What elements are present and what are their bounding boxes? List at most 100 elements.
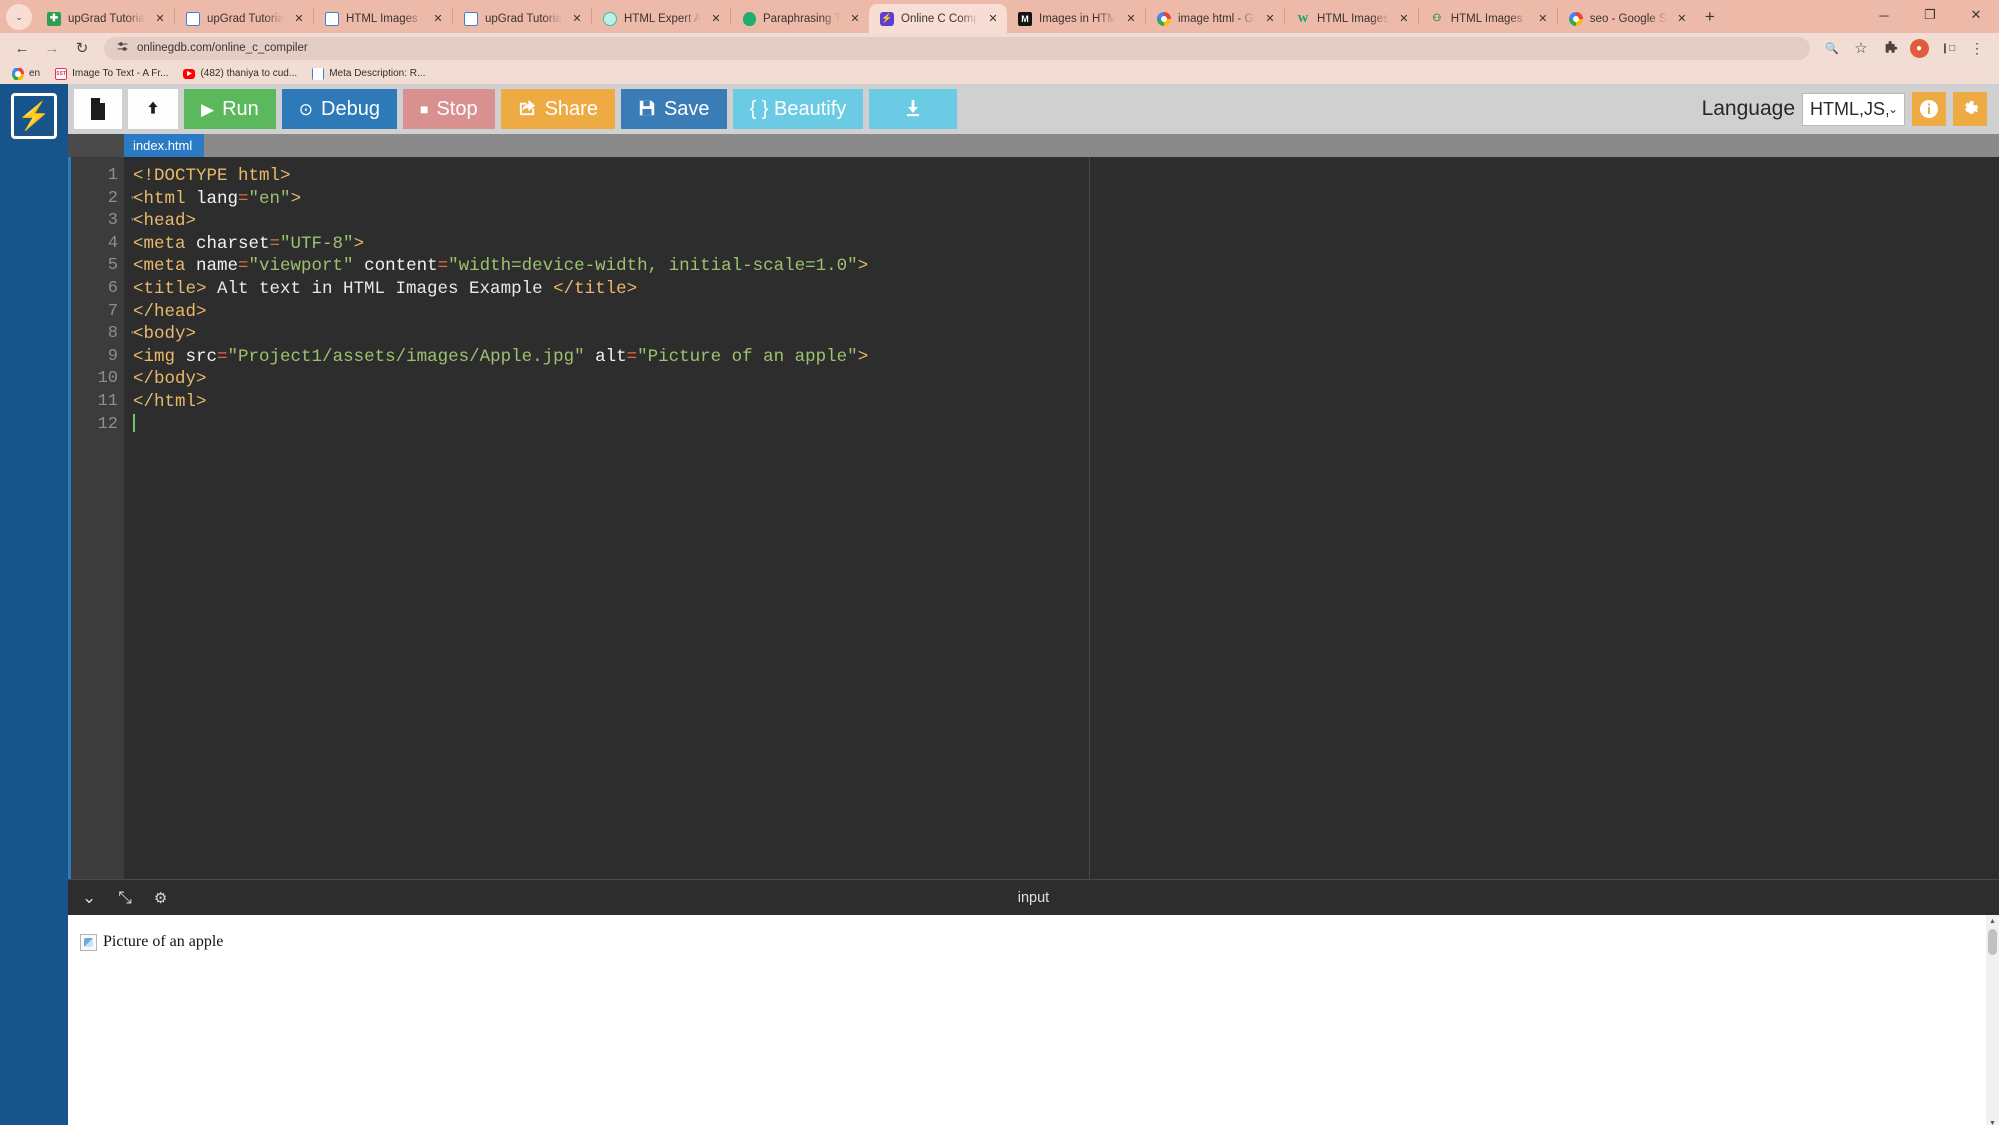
lightning-bolt-icon[interactable]: ⚡ (11, 93, 57, 139)
close-tab-button[interactable]: ✕ (985, 12, 1001, 25)
browser-tab[interactable]: upGrad Tutorial_HTML ✕ (453, 4, 591, 33)
share-button[interactable]: Share (500, 89, 615, 129)
bookmark-label: en (29, 68, 41, 79)
forward-button[interactable]: → (38, 35, 66, 61)
line-number: 5 (107, 256, 118, 276)
stop-label: Stop (436, 97, 478, 120)
bookmark-item[interactable]: ▶ (482) thaniya to cud... (177, 66, 303, 82)
debug-button[interactable]: ⊙ Debug (281, 89, 397, 129)
line-number: 9 (107, 346, 118, 366)
code-line[interactable]: <meta charset="UTF-8"> (133, 233, 1999, 256)
browser-tab-active[interactable]: ⚡ Online C Compiler - on ✕ (869, 4, 1007, 33)
broken-image-icon (80, 933, 97, 951)
close-tab-button[interactable]: ✕ (569, 12, 585, 25)
extensions-icon[interactable] (1876, 35, 1904, 61)
bookmark-item[interactable]: SST Image To Text - A Fr... (49, 66, 174, 82)
code-editor[interactable]: 1 2 ▾ 3 ▾ 4 5 6 7 8 ▾ 9 10 11 12 <!DOCTYPE html> <html … (68, 157, 1999, 879)
omnibox-actions: 🔍 ☆ ● ❙□ ⋮ (1818, 35, 1991, 61)
browser-tab[interactable]: Paraphrasing Tool - Qu ✕ (731, 4, 869, 33)
code-line[interactable]: <title> Alt text in HTML Images Example … (133, 278, 1999, 301)
reload-button[interactable]: ↻ (68, 35, 96, 61)
code-line[interactable]: </body> (133, 368, 1999, 391)
bolt-purple-icon: ⚡ (880, 11, 894, 26)
info-button[interactable] (1912, 92, 1946, 126)
sidebar-toggle-icon[interactable]: ❙□ (1934, 35, 1962, 61)
zoom-icon[interactable]: 🔍 (1818, 35, 1846, 61)
language-select[interactable]: HTML,JS,C ⌄ (1802, 92, 1905, 126)
line-number: 11 (97, 391, 118, 411)
code-line[interactable]: </html> (133, 391, 1999, 414)
tab-search-button[interactable]: ⌄ (6, 4, 32, 30)
close-tab-button[interactable]: ✕ (847, 12, 863, 25)
close-tab-button[interactable]: ✕ (152, 12, 168, 25)
tab-title: HTML Expert Advice (624, 12, 701, 25)
stop-button[interactable]: ■ Stop (402, 89, 495, 129)
download-button[interactable] (869, 89, 958, 129)
code-token-tg: > (857, 346, 869, 367)
file-tab-index-html[interactable]: index.html (124, 134, 205, 157)
code-line[interactable]: </head> (133, 301, 1999, 324)
minimize-button[interactable]: ─ (1861, 0, 1907, 30)
code-line[interactable]: <head> (133, 210, 1999, 233)
settings-button[interactable] (1953, 92, 1987, 126)
expand-output-icon[interactable]: ⤡ (118, 888, 132, 908)
browser-tab[interactable]: HTML Images - Google ✕ (314, 4, 452, 33)
browser-menu-icon[interactable]: ⋮ (1963, 35, 1991, 61)
tune-icon[interactable] (116, 40, 129, 56)
close-tab-button[interactable]: ✕ (1396, 12, 1412, 25)
tab-title: HTML Images - Geeksf (1450, 12, 1528, 25)
scrollbar-thumb[interactable] (1988, 929, 1997, 955)
code-line[interactable]: <body> (133, 323, 1999, 346)
upload-button[interactable] (128, 89, 178, 129)
code-line[interactable]: <!DOCTYPE html> (133, 165, 1999, 188)
main-column: ▶ Run ⊙ Debug ■ Stop Share Save {} Beau… (68, 84, 1999, 1125)
collapse-output-icon[interactable]: ⌄ (82, 888, 96, 908)
beautify-button[interactable]: { } Beautify (732, 89, 864, 129)
close-tab-button[interactable]: ✕ (708, 12, 724, 25)
output-scrollbar[interactable]: ▲ ▼ (1986, 915, 1999, 1125)
navigation-bar: ← → ↻ onlinegdb.com/online_c_compiler 🔍 … (0, 33, 1999, 63)
address-bar-url: onlinegdb.com/online_c_compiler (137, 42, 308, 54)
profile-avatar[interactable]: ● (1905, 35, 1933, 61)
output-pane[interactable]: Picture of an apple ▲ ▼ (68, 915, 1999, 1125)
new-file-button[interactable] (74, 89, 122, 129)
browser-tab[interactable]: W HTML Images ✕ (1285, 4, 1418, 33)
bookmark-label: Image To Text - A Fr... (72, 68, 169, 79)
close-tab-button[interactable]: ✕ (1123, 12, 1139, 25)
maximize-button[interactable]: ❐ (1907, 0, 1953, 30)
w3-green-icon: W (1297, 12, 1309, 25)
scroll-up-arrow[interactable]: ▲ (1986, 915, 1999, 928)
close-tab-button[interactable]: ✕ (430, 12, 446, 25)
new-tab-button[interactable]: + (1696, 3, 1724, 31)
close-window-button[interactable]: ✕ (1953, 0, 1999, 30)
code-token-tg: <html (133, 188, 197, 209)
code-area[interactable]: <!DOCTYPE html> <html lang="en"> <head> <me… (124, 157, 1999, 879)
close-tab-button[interactable]: ✕ (291, 12, 307, 25)
bookmark-star-icon[interactable]: ☆ (1847, 35, 1875, 61)
browser-tab[interactable]: image html - Google S ✕ (1146, 4, 1284, 33)
browser-tab[interactable]: M Images in HTML - Lear ✕ (1007, 4, 1145, 33)
code-line[interactable] (133, 413, 1999, 437)
bookmark-item[interactable]: Meta Description: R... (306, 66, 431, 82)
bookmark-item[interactable]: en (6, 66, 46, 82)
google-icon (12, 67, 24, 80)
output-settings-icon[interactable]: ⚙ (154, 889, 167, 907)
browser-tab[interactable]: seo - Google Search ✕ (1558, 4, 1696, 33)
tab-strip: ⌄ ✚upGrad Tutorials - Goo✕upGrad Tutoria… (0, 0, 1999, 33)
code-line[interactable]: <img src="Project1/assets/images/Apple.j… (133, 346, 1999, 369)
close-tab-button[interactable]: ✕ (1262, 12, 1278, 25)
close-tab-button[interactable]: ✕ (1674, 12, 1690, 25)
scroll-down-arrow[interactable]: ▼ (1986, 1117, 1999, 1125)
browser-tab[interactable]: ✚ upGrad Tutorials - Goo ✕ (36, 4, 174, 33)
browser-tab[interactable]: upGrad Tutorials: The U ✕ (175, 4, 313, 33)
browser-tab[interactable]: HTML Expert Advice ✕ (592, 4, 730, 33)
address-bar[interactable]: onlinegdb.com/online_c_compiler (104, 36, 1810, 60)
run-button[interactable]: ▶ Run (184, 89, 276, 129)
code-line[interactable]: <meta name="viewport" content="width=dev… (133, 255, 1999, 278)
browser-tab[interactable]: ⚇ HTML Images - Geeksf ✕ (1419, 4, 1557, 33)
close-tab-button[interactable]: ✕ (1535, 12, 1551, 25)
back-button[interactable]: ← (8, 35, 36, 61)
code-line[interactable]: <html lang="en"> (133, 188, 1999, 211)
save-button[interactable]: Save (620, 89, 727, 129)
save-label: Save (663, 97, 710, 120)
